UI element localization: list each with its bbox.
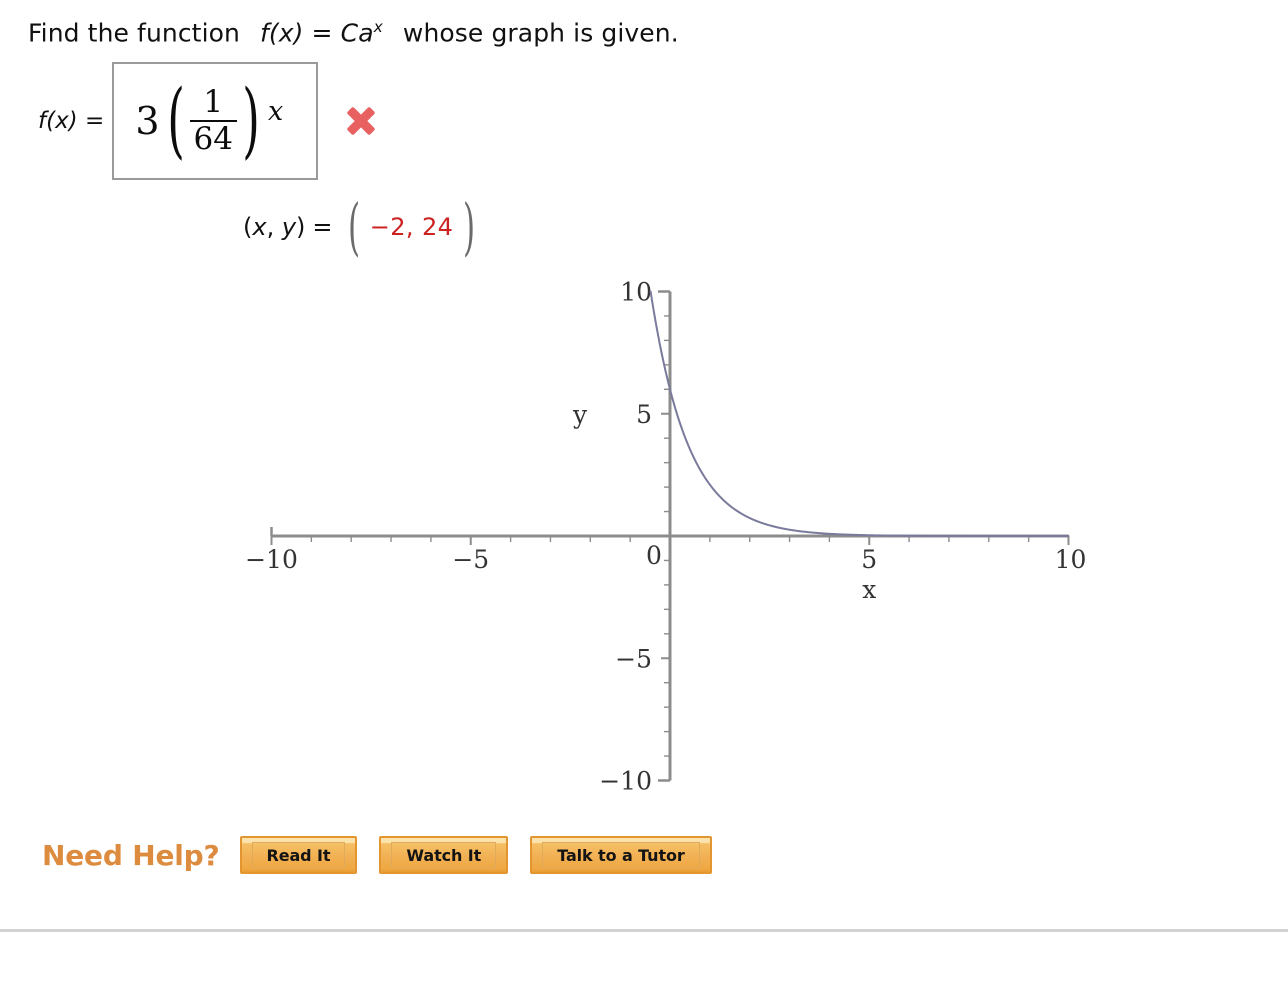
answer-label: f(x) = [38, 108, 104, 134]
section-divider [0, 929, 1288, 932]
function-graph: −10 −5 0 5 10 −10 −5 5 10 y x [240, 272, 1120, 817]
y-axis-label: y [572, 400, 588, 429]
x-tick-label: 5 [861, 545, 877, 574]
prompt-function-expr: f(x) [259, 18, 304, 48]
read-it-button-label: Read It [266, 845, 331, 865]
answer-label-equals: = [84, 108, 105, 134]
answer-label-fx: f(x) [38, 108, 78, 134]
coordinate-equals: = [312, 213, 333, 242]
coordinate-big-left-paren: ( [347, 190, 360, 263]
answer-row: f(x) = 3 ( 1 64 ) x [38, 62, 378, 180]
need-help-row: Need Help? Read It Watch It Talk to a Tu… [42, 836, 734, 874]
y-tick-label: 10 [620, 278, 652, 307]
coord-label-y: y [281, 213, 297, 242]
watch-it-button[interactable]: Watch It [379, 836, 509, 874]
x-tick-label: 0 [646, 541, 662, 570]
coordinate-big-right-paren: ) [463, 190, 476, 263]
answer-input-box[interactable]: 3 ( 1 64 ) x [112, 62, 319, 180]
coord-close-paren: ) [296, 213, 306, 242]
prompt-text-before: Find the function [28, 18, 240, 48]
answer-expression: 3 ( 1 64 ) x [135, 73, 284, 169]
prompt-form-exponent: x [373, 18, 383, 36]
coord-label-comma: , [266, 213, 282, 242]
coordinate-label: (x, y) [243, 213, 305, 241]
talk-to-a-tutor-button[interactable]: Talk to a Tutor [530, 836, 712, 874]
answer-left-paren: ( [166, 73, 185, 169]
watch-it-button-label: Watch It [406, 845, 482, 865]
answer-numerator: 1 [203, 84, 224, 121]
y-tick-label: 5 [636, 400, 652, 429]
read-it-button-inner: Read It [251, 842, 346, 868]
graph-svg: −10 −5 0 5 10 −10 −5 5 10 y x [245, 278, 1087, 796]
answer-coefficient: 3 [135, 99, 160, 143]
coordinate-answer-row: (x, y) = ( −2, 24 ) [243, 190, 482, 263]
read-it-button[interactable]: Read It [239, 836, 358, 874]
talk-to-a-tutor-button-label: Talk to a Tutor [557, 845, 685, 865]
answer-right-paren: ) [242, 73, 260, 169]
incorrect-x-icon [344, 104, 378, 138]
x-tick-label: −5 [452, 545, 489, 574]
prompt-text-after: whose graph is given. [402, 18, 679, 48]
x-tick-label: 10 [1055, 545, 1087, 574]
talk-to-a-tutor-button-inner: Talk to a Tutor [542, 842, 700, 868]
answer-fraction: 1 64 [189, 84, 237, 157]
coord-open-paren: ( [243, 213, 253, 242]
prompt-equals: = [311, 18, 333, 48]
question-prompt: Find the function f(x) = Cax whose graph i… [28, 18, 679, 47]
need-help-label: Need Help? [42, 838, 220, 872]
answer-exponent: x [267, 96, 284, 128]
x-axis-label: x [862, 575, 876, 604]
y-tick-label: −5 [615, 644, 652, 673]
function-curve [649, 290, 1070, 537]
watch-it-button-inner: Watch It [391, 842, 497, 868]
prompt-form-base: Ca [340, 18, 374, 48]
coord-label-x: x [252, 213, 267, 242]
answer-denominator: 64 [193, 121, 233, 157]
coordinate-values: −2, 24 [369, 213, 454, 242]
x-tick-label: −10 [245, 545, 298, 574]
y-tick-label: −10 [599, 767, 652, 796]
